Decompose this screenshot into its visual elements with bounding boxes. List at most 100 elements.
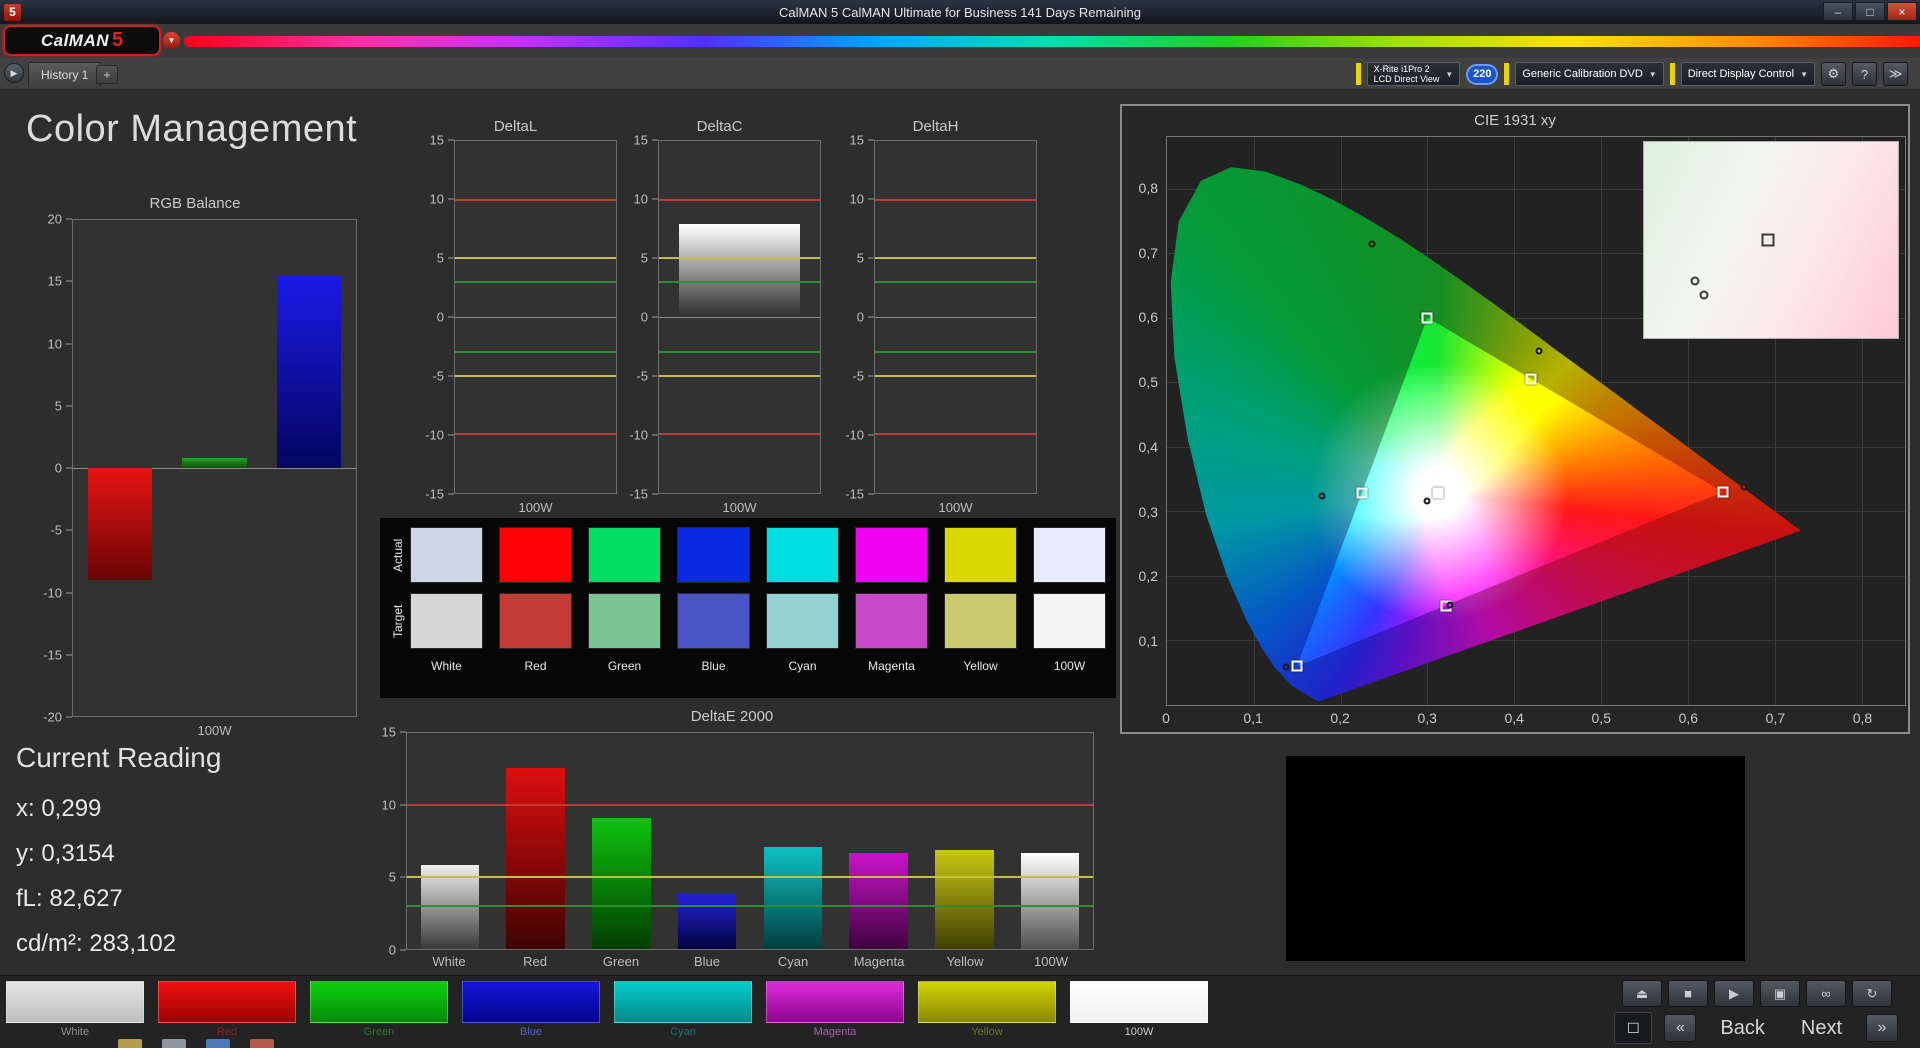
stop-button[interactable]: ■: [1668, 980, 1708, 1007]
reference-line: [455, 281, 616, 283]
logo-dropdown-button[interactable]: ▼: [163, 32, 180, 49]
help-button[interactable]: ?: [1852, 62, 1877, 86]
calman-window: 5 CalMAN 5 CalMAN Ultimate for Business …: [0, 0, 1920, 1048]
chevron-left-icon: «: [1676, 1019, 1685, 1037]
y-tick-label: -10: [845, 428, 864, 443]
bar-100w: [1021, 853, 1079, 949]
reference-line: [875, 257, 1036, 259]
y-axis: 151050-5-10-15: [612, 140, 658, 494]
play-button[interactable]: ▶: [1714, 980, 1754, 1007]
add-tab-button[interactable]: +: [96, 65, 118, 84]
next-chevron-button[interactable]: »: [1866, 1014, 1898, 1042]
pattern-green[interactable]: Green: [310, 981, 448, 1038]
more-button[interactable]: ≫: [1883, 62, 1908, 86]
refresh-button[interactable]: ↻: [1852, 980, 1892, 1007]
pattern-swatch: [614, 981, 752, 1023]
y-tick-label: 5: [857, 251, 864, 266]
source-status-bar: [1504, 63, 1509, 85]
pattern-label: Blue: [462, 1026, 600, 1038]
minimize-button[interactable]: –: [1823, 2, 1853, 21]
actual-swatch-yellow: [944, 527, 1017, 583]
back-chevron-button[interactable]: «: [1664, 1014, 1696, 1042]
bar-red: [506, 768, 564, 949]
settings-button[interactable]: ⚙: [1821, 62, 1846, 86]
y-tick-label: -10: [43, 585, 62, 600]
target-swatch-100w: [1033, 593, 1106, 649]
loop-button[interactable]: ∞: [1806, 980, 1846, 1007]
y-tick-label: -15: [43, 647, 62, 662]
target-cyan: [1357, 487, 1368, 498]
taskbar-icon[interactable]: [206, 1039, 230, 1048]
reference-line: [407, 804, 1093, 806]
reference-line: [659, 281, 820, 283]
x-axis-label: 100W: [72, 723, 357, 738]
colorchecker-grid: WhiteRedGreenBlueCyanMagentaYellow100W: [410, 527, 1108, 692]
pattern-red[interactable]: Red: [158, 981, 296, 1038]
close-button[interactable]: ×: [1887, 2, 1917, 21]
meter-line1: X-Rite i1Pro 2: [1374, 64, 1440, 74]
x-category-label: Magenta: [854, 954, 905, 969]
y-tick-label: 0,8: [1139, 180, 1158, 196]
chevron-down-icon: ▼: [1445, 70, 1453, 79]
taskbar-icon[interactable]: [250, 1039, 274, 1048]
y-tick-label: 20: [48, 212, 62, 227]
pattern-blue[interactable]: Blue: [462, 981, 600, 1038]
y-tick-label: 0,2: [1139, 568, 1158, 584]
taskbar-icon[interactable]: [162, 1039, 186, 1048]
y-tick-label: 10: [850, 192, 864, 207]
delta-h-chart: DeltaH 151050-5-10-15 100W: [828, 118, 1043, 522]
target-swatch-cyan: [766, 593, 839, 649]
taskbar-icon[interactable]: [118, 1039, 142, 1048]
next-button[interactable]: Next: [1789, 1017, 1854, 1040]
actual-swatch-cyan: [766, 527, 839, 583]
pattern-white[interactable]: White: [6, 981, 144, 1038]
maximize-button[interactable]: □: [1855, 2, 1885, 21]
reference-line: [455, 257, 616, 259]
help-icon: ?: [1861, 67, 1868, 82]
row-label-target: Target: [386, 593, 410, 649]
pattern-yellow[interactable]: Yellow: [918, 981, 1056, 1038]
pattern-100w[interactable]: 100W: [1070, 981, 1208, 1038]
meter-dropdown[interactable]: X-Rite i1Pro 2 LCD Direct View ▼: [1367, 62, 1461, 86]
column-labels-row: WhiteRedGreenBlueCyanMagentaYellow100W: [410, 659, 1108, 673]
reference-line: [455, 199, 616, 201]
rgb-balance-chart: RGB Balance 20151050-5-10-15-20 100W: [20, 195, 370, 761]
pattern-label: 100W: [1070, 1026, 1208, 1038]
actual-swatch-green: [588, 527, 661, 583]
column-label: 100W: [1033, 659, 1106, 673]
y-tick-label: 0: [641, 310, 648, 325]
x-tick-label: 0,5: [1592, 710, 1611, 726]
display-control-dropdown[interactable]: Direct Display Control ▼: [1681, 62, 1815, 86]
display-label: Direct Display Control: [1688, 68, 1794, 80]
navigation-controls: □ « Back Next »: [1614, 1012, 1898, 1044]
tab-history-1[interactable]: History 1: [28, 62, 101, 87]
y-tick-label: 15: [850, 133, 864, 148]
y-tick-label: 0: [857, 310, 864, 325]
pattern-cyan[interactable]: Cyan: [614, 981, 752, 1038]
pattern-magenta[interactable]: Magenta: [766, 981, 904, 1038]
target-red: [1717, 487, 1728, 498]
x-axis: 100W: [874, 500, 1037, 520]
pattern-swatch: [918, 981, 1056, 1023]
nav-arrow-button[interactable]: ▶: [4, 63, 24, 83]
pattern-window-icon: □: [1628, 1018, 1638, 1038]
measured-blue: [1282, 663, 1289, 670]
pattern-window-button[interactable]: □: [1614, 1012, 1652, 1044]
x-tick-label: 0,6: [1679, 710, 1698, 726]
bar-magenta: [849, 853, 907, 949]
eject-button[interactable]: ⏏: [1622, 980, 1662, 1007]
x-tick-label: 0,8: [1853, 710, 1872, 726]
back-button[interactable]: Back: [1708, 1017, 1776, 1040]
calman-logo[interactable]: CalMAN 5: [3, 25, 161, 56]
y-axis: 151050-5-10-15: [408, 140, 454, 494]
record-button[interactable]: ▣: [1760, 980, 1800, 1007]
delta-l-chart: DeltaL 151050-5-10-15 100W: [408, 118, 623, 522]
x-category-label: 100W: [1034, 954, 1068, 969]
refresh-icon: ↻: [1867, 986, 1878, 1002]
pattern-label: Green: [310, 1026, 448, 1038]
eject-icon: ⏏: [1636, 986, 1648, 1002]
cie-plot-area: [1166, 136, 1906, 706]
source-dropdown[interactable]: Generic Calibration DVD ▼: [1515, 62, 1663, 86]
y-tick-label: 10: [48, 336, 62, 351]
y-tick-label: -5: [432, 369, 444, 384]
